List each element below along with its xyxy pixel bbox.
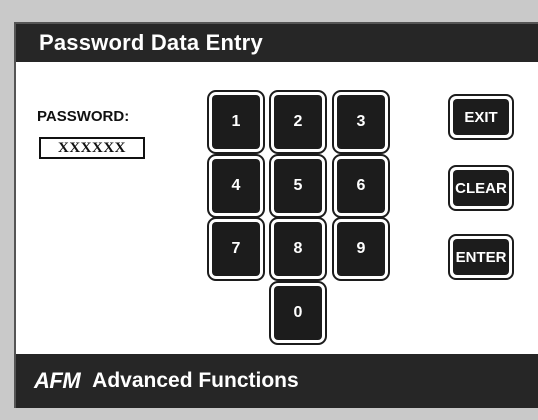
key-7-frame: 7	[207, 217, 265, 281]
key-0-frame: 0	[269, 281, 327, 345]
key-2-frame: 2	[269, 90, 327, 154]
key-0-button[interactable]: 0	[274, 286, 322, 340]
key-2-button[interactable]: 2	[274, 95, 322, 149]
password-screen: Password Data Entry PASSWORD: XXXXXX 1 2…	[14, 22, 538, 408]
key-6-frame: 6	[332, 154, 390, 218]
key-1-button[interactable]: 1	[212, 95, 260, 149]
enter-button[interactable]: ENTER	[453, 239, 509, 275]
exit-button[interactable]: EXIT	[453, 99, 509, 135]
key-9-button[interactable]: 9	[337, 222, 385, 276]
hmi-frame: Password Data Entry PASSWORD: XXXXXX 1 2…	[0, 0, 538, 420]
exit-frame: EXIT	[448, 94, 514, 140]
page-title: Password Data Entry	[16, 24, 538, 62]
key-6-button[interactable]: 6	[337, 159, 385, 213]
key-3-button[interactable]: 3	[337, 95, 385, 149]
key-5-button[interactable]: 5	[274, 159, 322, 213]
key-9-frame: 9	[332, 217, 390, 281]
afm-logo: AFM	[34, 368, 81, 393]
footer-bar: AFM Advanced Functions	[16, 354, 538, 408]
clear-frame: CLEAR	[448, 165, 514, 211]
password-field[interactable]: XXXXXX	[39, 137, 145, 159]
key-4-frame: 4	[207, 154, 265, 218]
key-5-frame: 5	[269, 154, 327, 218]
key-7-button[interactable]: 7	[212, 222, 260, 276]
key-3-frame: 3	[332, 90, 390, 154]
key-1-frame: 1	[207, 90, 265, 154]
password-label: PASSWORD:	[37, 108, 130, 125]
key-8-frame: 8	[269, 217, 327, 281]
enter-frame: ENTER	[448, 234, 514, 280]
key-8-button[interactable]: 8	[274, 222, 322, 276]
company-name: Advanced Functions	[92, 369, 299, 392]
key-4-button[interactable]: 4	[212, 159, 260, 213]
clear-button[interactable]: CLEAR	[453, 170, 509, 206]
